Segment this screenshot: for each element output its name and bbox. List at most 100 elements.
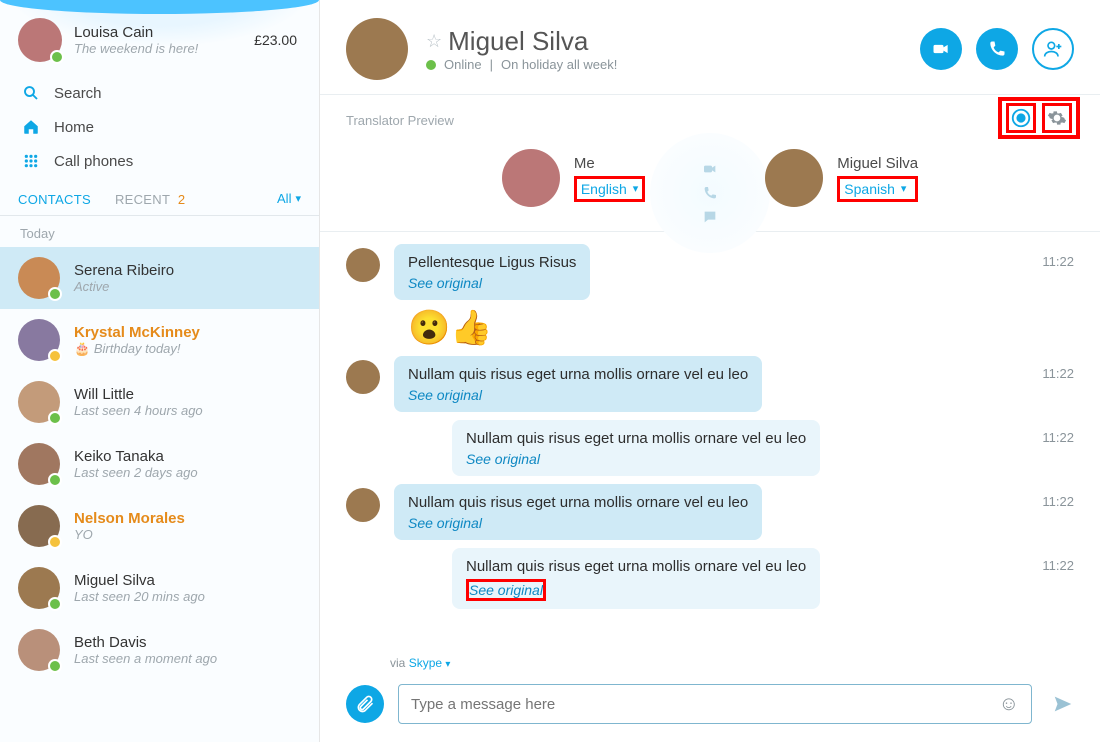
their-language-value: Spanish <box>844 181 895 197</box>
send-button[interactable] <box>1052 693 1074 715</box>
contact-item[interactable]: Serena RibeiroActive <box>0 247 319 309</box>
contact-item[interactable]: Will LittleLast seen 4 hours ago <box>0 371 319 433</box>
credit-balance[interactable]: £23.00 <box>254 32 297 48</box>
translator-me-avatar <box>502 149 560 207</box>
main-pane: ☆ Miguel Silva Online | On holiday all w… <box>320 0 1100 742</box>
contact-name: Nelson Morales <box>74 510 185 527</box>
contact-list: Serena RibeiroActiveKrystal McKinney🎂 Bi… <box>0 247 319 742</box>
contact-name: Krystal McKinney <box>74 324 200 341</box>
translator-them-label: Miguel Silva <box>837 155 918 172</box>
video-call-button[interactable] <box>920 28 962 70</box>
nav-call-phones[interactable]: Call phones <box>0 144 319 178</box>
contact-subtext: 🎂 Birthday today! <box>74 341 200 357</box>
message-row: Nullam quis risus eget urna mollis ornar… <box>346 420 1074 476</box>
contact-name: Miguel Silva <box>74 572 205 589</box>
own-mood[interactable]: The weekend is here! <box>74 41 254 56</box>
voice-call-button[interactable] <box>976 28 1018 70</box>
filter-all-label: All <box>277 191 291 206</box>
status-dot <box>48 411 62 425</box>
via-line: via Skype ▾ <box>390 656 1100 670</box>
status-dot <box>48 535 62 549</box>
contact-avatar <box>18 629 60 671</box>
message-input[interactable] <box>411 696 999 713</box>
see-original-link[interactable]: See original <box>408 515 482 531</box>
chat-mood: On holiday all week! <box>501 57 617 72</box>
message-time: 11:22 <box>1018 356 1074 381</box>
contact-subtext: Last seen 2 days ago <box>74 465 198 480</box>
contact-item[interactable]: Krystal McKinney🎂 Birthday today! <box>0 309 319 371</box>
toolbar-highlight <box>998 97 1080 139</box>
nav: Search Home Call phones <box>0 70 319 182</box>
filter-all[interactable]: All ▾ <box>277 191 301 206</box>
nav-call-phones-label: Call phones <box>54 153 133 170</box>
see-original-link[interactable]: See original <box>408 387 482 403</box>
add-participant-button[interactable] <box>1032 28 1074 70</box>
tab-recent[interactable]: RECENT 2 <box>115 182 193 215</box>
chat-status-text: Online <box>444 57 482 72</box>
message-bubble: Nullam quis risus eget urna mollis ornar… <box>452 420 820 476</box>
see-original-link[interactable]: See original <box>408 275 482 291</box>
search-row[interactable]: Search <box>0 76 319 110</box>
via-prefix: via <box>390 656 409 670</box>
message-avatar <box>346 248 380 282</box>
emoji-reaction: 😮👍 <box>408 308 1074 348</box>
contact-avatar <box>18 257 60 299</box>
their-language-picker[interactable]: Spanish ▾ <box>837 176 918 202</box>
message-bubble: Nullam quis risus eget urna mollis ornar… <box>452 548 820 609</box>
nav-home[interactable]: Home <box>0 110 319 144</box>
my-language-picker[interactable]: English ▾ <box>574 176 645 202</box>
search-label: Search <box>54 85 102 102</box>
divider: | <box>490 57 493 72</box>
message-row: Nullam quis risus eget urna mollis ornar… <box>346 548 1074 609</box>
contact-subtext: YO <box>74 527 185 542</box>
message-input-wrap[interactable]: ☺ <box>398 684 1032 724</box>
message-avatar <box>346 488 380 522</box>
translator-toggle-button[interactable] <box>1006 103 1036 133</box>
own-avatar[interactable] <box>18 18 62 62</box>
chat-contact-avatar[interactable] <box>346 18 408 80</box>
contact-item[interactable]: Miguel SilvaLast seen 20 mins ago <box>0 557 319 619</box>
attach-button[interactable] <box>346 685 384 723</box>
contact-name: Serena Ribeiro <box>74 262 174 279</box>
translator-panel: Me English ▾ Miguel Silva Spanish ▾ <box>320 139 1100 232</box>
chat-header: ☆ Miguel Silva Online | On holiday all w… <box>320 0 1100 95</box>
translator-me-label: Me <box>574 155 645 172</box>
message-bubble: Nullam quis risus eget urna mollis ornar… <box>394 356 762 412</box>
contact-name: Keiko Tanaka <box>74 448 198 465</box>
contact-subtext: Last seen 20 mins ago <box>74 589 205 604</box>
own-name[interactable]: Louisa Cain <box>74 24 254 41</box>
contact-item[interactable]: Keiko TanakaLast seen 2 days ago <box>0 433 319 495</box>
emoji-picker-button[interactable]: ☺ <box>999 693 1019 716</box>
chevron-down-icon: ▾ <box>633 182 639 195</box>
tab-contacts[interactable]: CONTACTS <box>18 182 99 215</box>
sidebar-tabs: CONTACTS RECENT 2 All ▾ <box>0 182 319 216</box>
message-time: 11:22 <box>1018 548 1074 573</box>
via-skype-link[interactable]: Skype <box>409 656 442 670</box>
translator-label: Translator Preview <box>346 113 454 128</box>
message-list[interactable]: Pellentesque Ligus Risus See original 11:2… <box>320 232 1100 656</box>
see-original-link[interactable]: See original <box>466 451 540 467</box>
message-row: Nullam quis risus eget urna mollis ornar… <box>346 356 1074 412</box>
favorite-star-icon[interactable]: ☆ <box>426 31 442 52</box>
contact-subtext: Last seen a moment ago <box>74 651 217 666</box>
translator-mode-icons <box>650 133 770 253</box>
message-row: Nullam quis risus eget urna mollis ornar… <box>346 484 1074 540</box>
message-text: Nullam quis risus eget urna mollis ornar… <box>408 494 748 511</box>
sidebar: Louisa Cain The weekend is here! £23.00 … <box>0 0 320 742</box>
status-dot <box>48 473 62 487</box>
profile-header: Louisa Cain The weekend is here! £23.00 <box>0 0 319 70</box>
message-text: Pellentesque Ligus Risus <box>408 254 576 271</box>
status-dot <box>48 659 62 673</box>
birthday-icon: 🎂 <box>74 341 94 356</box>
contact-item[interactable]: Nelson MoralesYO <box>0 495 319 557</box>
contact-avatar <box>18 505 60 547</box>
tab-recent-label: RECENT <box>115 192 170 207</box>
contact-name: Beth Davis <box>74 634 217 651</box>
status-dot <box>48 349 62 363</box>
contact-item[interactable]: Beth DavisLast seen a moment ago <box>0 619 319 681</box>
settings-gear-button[interactable] <box>1042 103 1072 133</box>
contact-avatar <box>18 443 60 485</box>
video-icon <box>702 161 718 177</box>
search-icon <box>22 84 40 102</box>
see-original-link[interactable]: See original <box>466 579 546 601</box>
